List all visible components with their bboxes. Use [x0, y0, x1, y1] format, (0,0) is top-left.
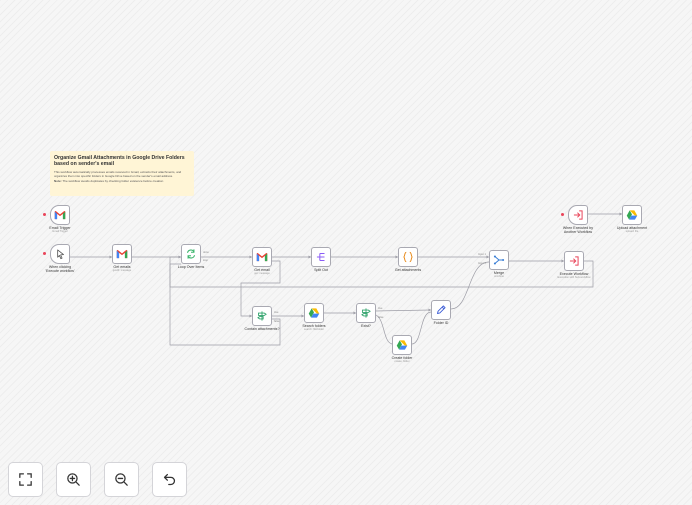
node-subtitle: getAll: message [112, 269, 132, 272]
edge-label-true: true [274, 311, 279, 314]
node-label: Folder ID [433, 321, 449, 325]
connection-lines [70, 212, 622, 346]
fit-view-icon [19, 473, 32, 486]
node-merge[interactable] [489, 250, 509, 270]
node-exist[interactable] [356, 303, 376, 323]
node-subtitle: Gmail Trigger [52, 230, 68, 233]
node-subtitle: create: folder [394, 360, 410, 363]
node-get-attachments[interactable] [398, 247, 418, 267]
google-drive-icon [308, 308, 320, 318]
node-get-emails[interactable] [112, 244, 132, 264]
pencil-icon [437, 305, 446, 314]
node-email-trigger[interactable] [50, 205, 70, 225]
node-label: Exist? [361, 324, 371, 328]
google-drive-icon [626, 210, 638, 220]
trigger-marker [561, 213, 564, 216]
node-loop-over-items[interactable] [181, 244, 201, 264]
if-signpost-icon [257, 311, 267, 321]
node-manual-trigger[interactable] [50, 244, 70, 264]
node-when-executed[interactable] [568, 205, 588, 225]
node-subtitle: upload: file [625, 230, 639, 233]
sticky-note[interactable]: Organize Gmail Attachments in Google Dri… [50, 151, 194, 196]
node-subtitle: get: message [254, 272, 270, 275]
undo-icon [163, 473, 176, 486]
node-search-folders[interactable] [304, 303, 324, 323]
code-braces-icon [403, 251, 413, 263]
sign-in-icon [573, 210, 583, 220]
sticky-note-text: The workflow avoids duplicates by checki… [62, 179, 164, 184]
google-drive-icon [396, 340, 408, 350]
node-subtitle: combine [494, 275, 504, 278]
zoom-out-button[interactable] [104, 462, 139, 497]
node-subtitle: search: fileFolder [304, 328, 324, 331]
split-icon [316, 253, 325, 261]
node-label: Contain attachments? [244, 327, 280, 331]
node-label: Loop Over Items [177, 265, 205, 269]
node-contain-attachments[interactable] [252, 306, 272, 326]
zoom-in-button[interactable] [56, 462, 91, 497]
edge-label-input-1: Input 1 [478, 253, 486, 256]
node-label: Split Out [314, 268, 328, 272]
sticky-title: Organize Gmail Attachments in Google Dri… [54, 155, 185, 168]
trigger-marker [43, 213, 46, 216]
node-folder-id[interactable] [431, 300, 451, 320]
gmail-icon [256, 252, 268, 262]
edge-label-input-2: Input 2 [478, 262, 486, 265]
node-create-folder[interactable] [392, 335, 412, 355]
loop-icon [186, 249, 196, 259]
gmail-icon [54, 210, 66, 220]
node-upload-attachment[interactable] [622, 205, 642, 225]
sticky-note-line: Note: The workflow avoids duplicates by … [54, 180, 190, 184]
trigger-marker [43, 252, 46, 255]
workflow-canvas[interactable]: Organize Gmail Attachments in Google Dri… [0, 0, 692, 505]
cursor-click-icon [57, 249, 64, 260]
edge-label-false: false [378, 316, 384, 319]
node-split-out[interactable] [311, 247, 331, 267]
zoom-out-icon [115, 473, 128, 486]
undo-button[interactable] [152, 462, 187, 497]
merge-icon [493, 255, 505, 265]
node-get-email[interactable] [252, 247, 272, 267]
execute-workflow-icon [569, 256, 579, 266]
node-label: When Executed by Another Workflow [562, 226, 594, 235]
sticky-body: This workflow automatically processes em… [54, 169, 182, 178]
node-label: Get attachments [394, 268, 422, 272]
node-subtitle: Execution with Sub-workflow [557, 276, 591, 279]
gmail-icon [116, 249, 128, 259]
if-signpost-icon [361, 308, 371, 318]
edge-label-true: true [378, 307, 383, 310]
edge-label-false: false [274, 320, 280, 323]
node-label: When clicking 'Execute workflow' [45, 265, 75, 274]
node-execute-workflow[interactable] [564, 251, 584, 271]
edge-label-done: done [203, 251, 209, 254]
edge-label-loop: loop [203, 259, 208, 262]
sticky-note-label: Note: [54, 179, 62, 184]
fit-view-button[interactable] [8, 462, 43, 497]
zoom-in-icon [67, 473, 80, 486]
